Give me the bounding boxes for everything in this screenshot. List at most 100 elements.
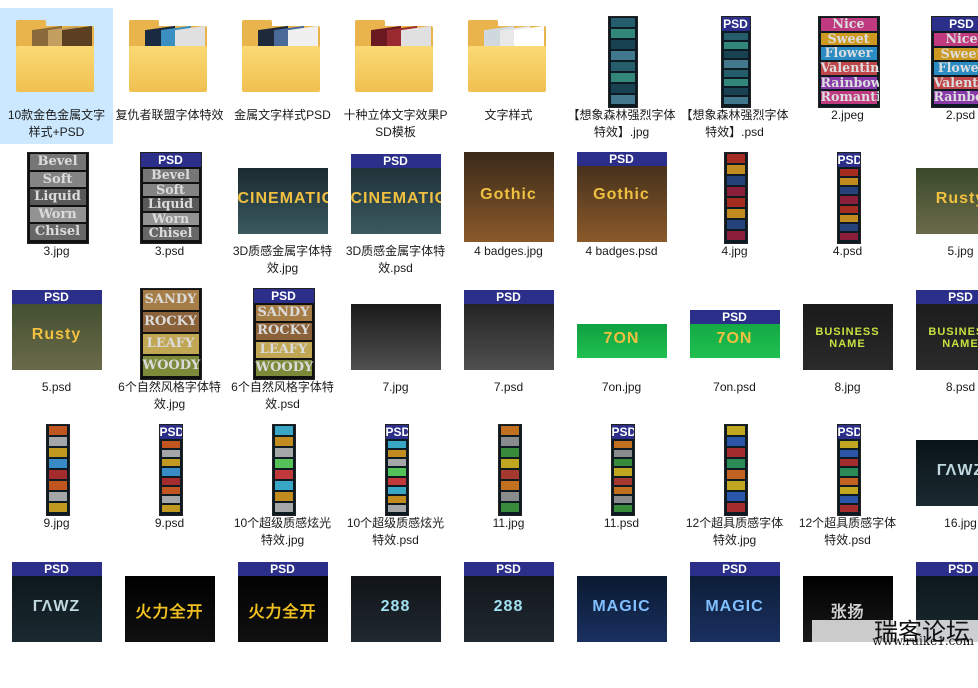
psd-badge: PSD [612,425,634,439]
file-item[interactable]: 4.jpg [678,144,791,280]
file-item[interactable]: PSDMAGIC [678,552,791,688]
effect-sample [614,487,632,494]
file-item[interactable]: 10款金色金属文字样式+PSD [0,8,113,144]
effect-sample: SANDY [143,290,199,310]
effect-word: Flower [934,62,978,75]
file-name: 11.psd [567,515,676,532]
effect-title: BUSINESS NAME [916,326,978,350]
file-item[interactable]: PSDGothic4 badges.psd [565,144,678,280]
effect-sample: ROCKY [143,312,199,332]
file-item[interactable]: PSD12个超具质感字体特效.psd [791,416,904,552]
effect-sample [388,441,406,448]
psd-badge: PSD [690,562,780,576]
thumbnail-image [272,424,296,516]
file-item[interactable]: 288 [339,552,452,688]
file-item[interactable]: PSD【想象森林强烈字体特效】.psd [678,8,791,144]
thumbnail-image: PSD [837,424,861,516]
effect-sample [614,505,632,512]
file-item[interactable]: 十种立体文字效果PSD模板 [339,8,452,144]
effect-sample [840,478,858,485]
file-item[interactable]: PSD7ON7on.psd [678,280,791,416]
file-item[interactable]: PSD10个超级质感炫光特效.psd [339,416,452,552]
effect-title: ΓΛWZ [916,462,978,480]
file-item[interactable]: 文字样式 [452,8,565,144]
file-item[interactable]: PSDRusty5.psd [0,280,113,416]
effect-word: Chisel [143,227,199,240]
file-item[interactable]: PSD 4.psd [791,144,904,280]
effect-sample [840,441,858,448]
effect-sample [727,459,745,468]
psd-badge: PSD [12,290,102,304]
psd-badge: PSD [838,153,860,167]
file-name: 4.psd [793,243,902,260]
effect-sample [388,496,406,503]
watermark: 瑞客论坛 www.ruike1.com [812,620,978,650]
effect-word: Romantic [821,91,877,104]
file-item[interactable]: ΓΛWZ16.jpg [904,416,978,552]
file-item[interactable]: PSDBUSINESS NAME8.psd [904,280,978,416]
file-item[interactable]: PSDSANDYROCKYLEAFYWOODY6个自然风格字体特效.psd [226,280,339,416]
file-thumbnail: 288 [339,556,452,650]
folder-icon [468,46,546,92]
file-item[interactable]: 7.jpg [339,280,452,416]
file-item[interactable]: PSD火力全开 [226,552,339,688]
file-item[interactable]: SANDYROCKYLEAFYWOODY6个自然风格字体特效.jpg [113,280,226,416]
file-item[interactable]: PSD288 [452,552,565,688]
file-item[interactable]: Rusty5.jpg [904,144,978,280]
effect-sample [840,224,858,231]
watermark-url: www.ruike1.com [872,634,974,648]
effect-sample: Chisel [143,227,199,240]
effect-word: Bevel [143,169,199,182]
file-name: 10个超级质感炫光特效.jpg [228,515,337,549]
file-thumbnail [565,12,678,106]
file-item[interactable]: 【想象森林强烈字体特效】.jpg [565,8,678,144]
thumbnail-image: PSDSANDYROCKYLEAFYWOODY [253,288,315,380]
effect-sample [840,178,858,185]
effect-sample [501,481,519,490]
file-item[interactable]: CINEMATIC3D质感金属字体特效.jpg [226,144,339,280]
file-item[interactable]: BUSINESS NAME8.jpg [791,280,904,416]
file-item[interactable]: NiceSweetFlowerValentineRainbowRomantic2… [791,8,904,144]
file-thumbnail: ΓΛWZ [904,420,978,514]
file-name: 9.psd [115,515,224,532]
file-name: 10个超级质感炫光特效.psd [341,515,450,549]
effect-word: Worn [143,213,199,226]
file-item[interactable]: BevelSoftLiquidWornChisel3.jpg [0,144,113,280]
effect-word: Worn [30,207,86,223]
effect-sample [611,29,635,38]
effect-sample [611,40,635,49]
thumbnail-image: PSD [837,152,861,244]
file-name: 7on.jpg [567,379,676,396]
effect-sample [840,450,858,457]
file-item[interactable]: PSD7.psd [452,280,565,416]
effect-sample: Sweet [821,33,877,46]
thumbnail-image: 7ON [577,324,667,358]
file-item[interactable]: 11.jpg [452,416,565,552]
effect-title: 火力全开 [125,598,215,622]
file-thumbnail: MAGIC [565,556,678,650]
effect-sample [727,503,745,512]
file-item[interactable]: 12个超具质感字体特效.jpg [678,416,791,552]
effect-sample [275,492,293,501]
effect-sample [49,448,67,457]
file-item[interactable]: 9.jpg [0,416,113,552]
file-name: 8.psd [906,379,978,396]
file-thumbnail: BevelSoftLiquidWornChisel [0,148,113,242]
file-item[interactable]: PSDBevelSoftLiquidWornChisel3.psd [113,144,226,280]
effect-word: ROCKY [143,312,199,332]
effect-sample [727,198,745,207]
file-item[interactable]: MAGIC [565,552,678,688]
file-item[interactable]: 7ON 7on.jpg [565,280,678,416]
file-thumbnail: NiceSweetFlowerValentineRainbowRomantic [791,12,904,106]
thumbnail-image: ΓΛWZ [916,440,978,506]
file-item[interactable]: 金属文字样式PSD [226,8,339,144]
file-item[interactable]: 10个超级质感炫光特效.jpg [226,416,339,552]
file-item[interactable]: 火力全开 [113,552,226,688]
file-item[interactable]: PSDCINEMATIC3D质感金属字体特效.psd [339,144,452,280]
file-item[interactable]: 复仇者联盟字体特效 [113,8,226,144]
file-item[interactable]: PSD 11.psd [565,416,678,552]
file-item[interactable]: PSDNiceSweetFlowerValentineRainbow2.psd [904,8,978,144]
file-item[interactable]: Gothic4 badges.jpg [452,144,565,280]
file-item[interactable]: PSD9.psd [113,416,226,552]
file-item[interactable]: PSDΓΛWZ [0,552,113,688]
